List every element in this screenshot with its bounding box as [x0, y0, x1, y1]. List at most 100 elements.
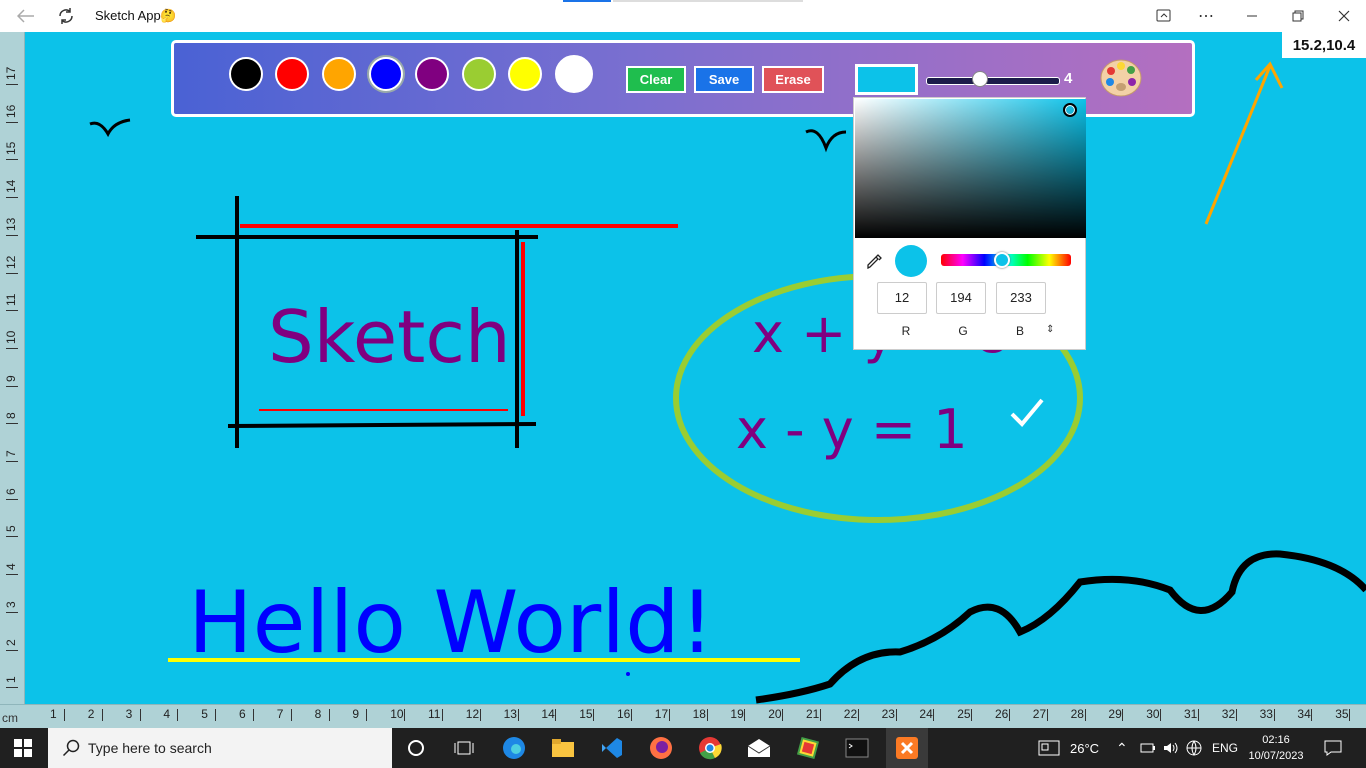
saturation-area[interactable]	[855, 99, 1086, 238]
bird-drawing-left	[89, 118, 131, 138]
green-label: G	[958, 324, 968, 338]
notification-icon[interactable]	[1324, 728, 1342, 768]
ruler-h-tick	[1009, 709, 1010, 721]
cortana-icon[interactable]	[402, 734, 430, 762]
ruler-v-label: 13	[4, 217, 18, 231]
color-swatch-blue[interactable]	[369, 57, 403, 91]
ruler-h-tick	[1084, 709, 1086, 721]
edge-icon[interactable]	[500, 734, 528, 762]
drawing-canvas[interactable]: Sketch x + y = 8 x - y = 1 Hello World!	[24, 32, 1366, 704]
ruler-h-tick	[215, 709, 217, 721]
ruler-h-label: 3	[125, 707, 133, 721]
saturation-handle[interactable]	[1063, 103, 1077, 117]
brush-size-slider[interactable]	[926, 77, 1060, 85]
ruler-h-tick	[177, 709, 179, 721]
ruler-h-label: 23	[881, 707, 895, 721]
news-icon[interactable]	[1038, 728, 1060, 768]
format-toggle-icon[interactable]: ⇕	[1046, 324, 1054, 335]
close-icon[interactable]	[1324, 0, 1364, 32]
xampp-taskbar-item[interactable]	[886, 728, 928, 768]
ruler-h-label: 35	[1335, 707, 1349, 721]
more-options-icon[interactable]: ⋯	[1190, 0, 1222, 32]
red-value-input[interactable]: 12	[877, 282, 927, 314]
ruler-h-tick	[895, 709, 897, 721]
ruler-h-label: 1	[50, 707, 57, 721]
cast-icon[interactable]	[1148, 0, 1180, 32]
refresh-icon[interactable]	[50, 0, 82, 32]
thinking-emoji-icon: 🤔	[160, 8, 177, 23]
color-swatch-purple[interactable]	[415, 57, 449, 91]
ruler-h-label: 5	[201, 707, 208, 721]
ruler-v-tick	[6, 272, 18, 274]
ruler-v-tick	[6, 498, 18, 500]
ruler-v-tick	[6, 84, 18, 85]
ruler-h-tick	[479, 709, 481, 721]
network-globe-icon[interactable]	[1186, 728, 1202, 768]
ruler-h-tick	[101, 709, 103, 721]
erase-button[interactable]: Erase	[762, 66, 824, 93]
vscode-icon[interactable]	[598, 734, 626, 762]
battery-icon[interactable]	[1140, 728, 1156, 768]
ruler-v-label: 8	[4, 412, 18, 420]
hue-slider-handle[interactable]	[994, 252, 1010, 268]
restore-icon[interactable]	[1278, 0, 1318, 32]
ruler-v-tick	[6, 121, 18, 123]
save-button[interactable]: Save	[694, 66, 754, 93]
ruler-h-tick	[744, 709, 746, 721]
ruler-v-label: 7	[4, 450, 18, 457]
equation-2: x - y = 1	[736, 398, 968, 461]
ruler-h-label: 18	[692, 707, 706, 721]
canvas-drawings: Sketch x + y = 8 x - y = 1 Hello World!	[89, 61, 1366, 704]
checkmark-drawing	[1010, 398, 1044, 427]
ruler-v-label: 11	[4, 293, 18, 307]
ruler-h-tick	[442, 709, 443, 721]
back-arrow-icon[interactable]	[10, 0, 42, 32]
xampp-icon	[893, 734, 921, 762]
file-explorer-icon[interactable]	[549, 734, 577, 762]
current-color-preview[interactable]	[855, 64, 918, 95]
volume-icon[interactable]	[1162, 728, 1180, 768]
color-swatch-red[interactable]	[275, 57, 309, 91]
color-swatch-yellow[interactable]	[508, 57, 542, 91]
ruler-h-label: 8	[314, 707, 322, 721]
ruler-h-tick	[1160, 709, 1162, 721]
blue-label: B	[1015, 324, 1024, 338]
clear-button[interactable]: Clear	[626, 66, 686, 93]
ruler-h-tick	[253, 709, 254, 721]
color-swatch-white[interactable]	[555, 55, 593, 93]
clock[interactable]: 02:16 10/07/2023	[1244, 732, 1308, 764]
chevron-up-icon[interactable]: ⌃	[1116, 728, 1128, 768]
ruler-h-label: 16	[617, 707, 631, 721]
color-swatch-black[interactable]	[229, 57, 263, 91]
color-picker: 12 194 233 R G B ⇕	[853, 97, 1086, 350]
color-swatch-yellowgreen[interactable]	[462, 57, 496, 91]
ruler-v-label: 12	[4, 255, 18, 269]
green-value-input[interactable]: 194	[936, 282, 986, 314]
blue-dot	[626, 672, 630, 676]
eyedropper-icon[interactable]	[866, 252, 884, 275]
ruler-h-label: 15	[579, 707, 593, 721]
ruler-v-label: 17	[4, 66, 18, 80]
windows-start-icon[interactable]	[14, 739, 32, 762]
firefox-icon[interactable]	[647, 734, 675, 762]
palette-icon	[1099, 57, 1143, 104]
ruler-h-tick	[933, 709, 935, 721]
weather-text[interactable]: 26°C	[1070, 728, 1099, 768]
brush-size-slider-thumb[interactable]	[972, 71, 988, 87]
taskbar-search[interactable]: Type here to search	[48, 728, 392, 768]
color-swatch-orange[interactable]	[322, 57, 356, 91]
blue-value-input[interactable]: 233	[996, 282, 1046, 314]
chrome-icon[interactable]	[696, 734, 724, 762]
terminal-icon[interactable]	[843, 734, 871, 762]
ruler-h-tick	[971, 709, 973, 721]
taskbar: Type here to search 26°C ⌃ ENG 02:16 10/…	[0, 728, 1366, 768]
clock-date: 10/07/2023	[1248, 750, 1304, 762]
ruler-h-label: 21	[806, 707, 820, 721]
task-view-icon[interactable]	[450, 734, 478, 762]
bluestacks-icon[interactable]	[794, 734, 822, 762]
language-indicator[interactable]: ENG	[1212, 728, 1238, 768]
minimize-icon[interactable]	[1232, 0, 1272, 32]
mail-icon[interactable]	[745, 734, 773, 762]
ruler-v-label: 5	[4, 525, 18, 533]
ruler-h-label: 30	[1146, 707, 1160, 721]
